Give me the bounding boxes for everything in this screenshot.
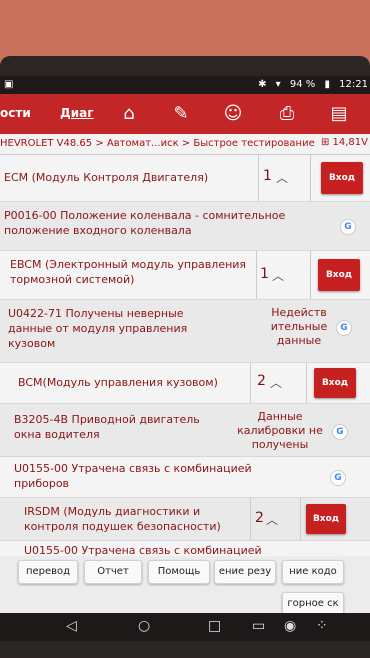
dtc-status: Данные калибровки не получены [237,410,323,451]
enter-button[interactable]: Вход [318,259,360,291]
tab-left[interactable]: ости [0,106,31,120]
enter-button[interactable]: Вход [306,504,346,534]
voltage-readout: ⊞ 14,81V [320,137,368,148]
list-item-module[interactable]: ECM (Модуль Контроля Двигателя) 1 ︿ Вход [0,155,370,202]
edit-icon[interactable]: ✎ [160,98,202,130]
list-item-dtc: B3205-4B Приводной двигатель окна водите… [0,404,370,457]
tab-diagnostics[interactable]: Диаг [60,106,93,120]
bottom-toolbar: перевод Отчет Помощь ение резу ние кодо … [0,556,370,618]
home-icon[interactable]: ⌂ [108,98,150,130]
google-translate-icon[interactable]: G [330,470,346,486]
wifi-icon: ▾ [275,79,281,90]
google-translate-icon[interactable]: G [332,424,348,440]
dtc-text: U0422-71 Получены неверные данные от мод… [8,307,188,350]
fault-count: 2 [257,373,266,389]
print-icon[interactable]: ⎙ [266,98,308,130]
file-icon[interactable]: ▤ [318,98,360,130]
status-bar: ▣ ✱ ▾ 94 % ▮ 12:21 [0,76,370,94]
chevron-up-icon[interactable]: ︿ [272,267,284,284]
dtc-text: P0016-00 Положение коленвала - сомнитель… [4,209,286,237]
breadcrumb: HEVROLET V48.65 > Автомат...иск > Быстро… [0,134,370,155]
fault-count: 1 [263,168,272,184]
screenshot-icon[interactable]: ▭ [252,618,265,634]
battery-icon: ▮ [324,79,330,90]
battery-voltage-icon: ⊞ [320,137,330,148]
chevron-up-icon[interactable]: ︿ [270,374,282,391]
android-icon: ▣ [4,79,14,90]
app-toolbar: ости Диаг ⌂ ✎ ☺ ⎙ ▤ [0,94,370,134]
camera-icon[interactable]: ◉ [284,618,296,634]
list-item-module[interactable]: BCM(Модуль управления кузовом) 2 ︿ Вход [0,363,370,404]
dtc-status: Недейств ительные данные [270,306,328,347]
google-translate-icon[interactable]: G [336,320,352,336]
list-item-dtc: U0422-71 Получены неверные данные от мод… [0,300,370,363]
report-button[interactable]: Отчет [84,560,142,584]
help-button[interactable]: Помощь [148,560,210,584]
module-name: BCM(Модуль управления кузовом) [18,376,218,389]
google-translate-icon[interactable]: G [340,219,356,235]
enter-button[interactable]: Вход [321,162,363,194]
breadcrumb-path: HEVROLET V48.65 > Автомат...иск > Быстро… [0,138,315,149]
chevron-up-icon[interactable]: ︿ [276,169,288,186]
list-item-module[interactable]: EBCM (Электронный модуль управления торм… [0,251,370,300]
back-icon[interactable]: ◁ [66,618,77,634]
clock: 12:21 [339,79,368,90]
recent-apps-icon[interactable]: □ [208,618,221,634]
dtc-text: U0155-00 Утрачена связь с комбинацией пр… [14,462,252,490]
apps-icon[interactable]: ⁘ [316,618,328,634]
bluetooth-icon: ✱ [258,79,267,90]
module-name: ECM (Модуль Контроля Двигателя) [4,171,209,184]
module-name: IRSDM (Модуль диагностики и контроля под… [24,505,221,533]
save-result-button[interactable]: ение резу [214,560,276,584]
enter-button[interactable]: Вход [314,368,356,398]
clear-codes-button[interactable]: ние кодо [282,560,344,584]
dtc-text: B3205-4B Приводной двигатель окна водите… [14,413,200,441]
fault-count: 1 [260,266,269,282]
list-item-dtc: U0155-00 Утрачена связь с комбинацией пр… [0,457,370,498]
module-name: EBCM (Электронный модуль управления торм… [10,258,247,286]
android-nav-bar: ◁ ○ □ ▭ ◉ ⁘ [0,613,370,641]
chevron-up-icon[interactable]: ︿ [266,511,278,528]
battery-level: 94 % [289,79,316,90]
list-item-module[interactable]: IRSDM (Модуль диагностики и контроля под… [0,498,370,541]
translate-button[interactable]: перевод [18,560,78,584]
fault-count: 2 [255,510,264,526]
list-item-dtc: P0016-00 Положение коленвала - сомнитель… [0,202,370,251]
support-icon[interactable]: ☺ [212,98,254,130]
home-nav-icon[interactable]: ○ [138,618,150,634]
